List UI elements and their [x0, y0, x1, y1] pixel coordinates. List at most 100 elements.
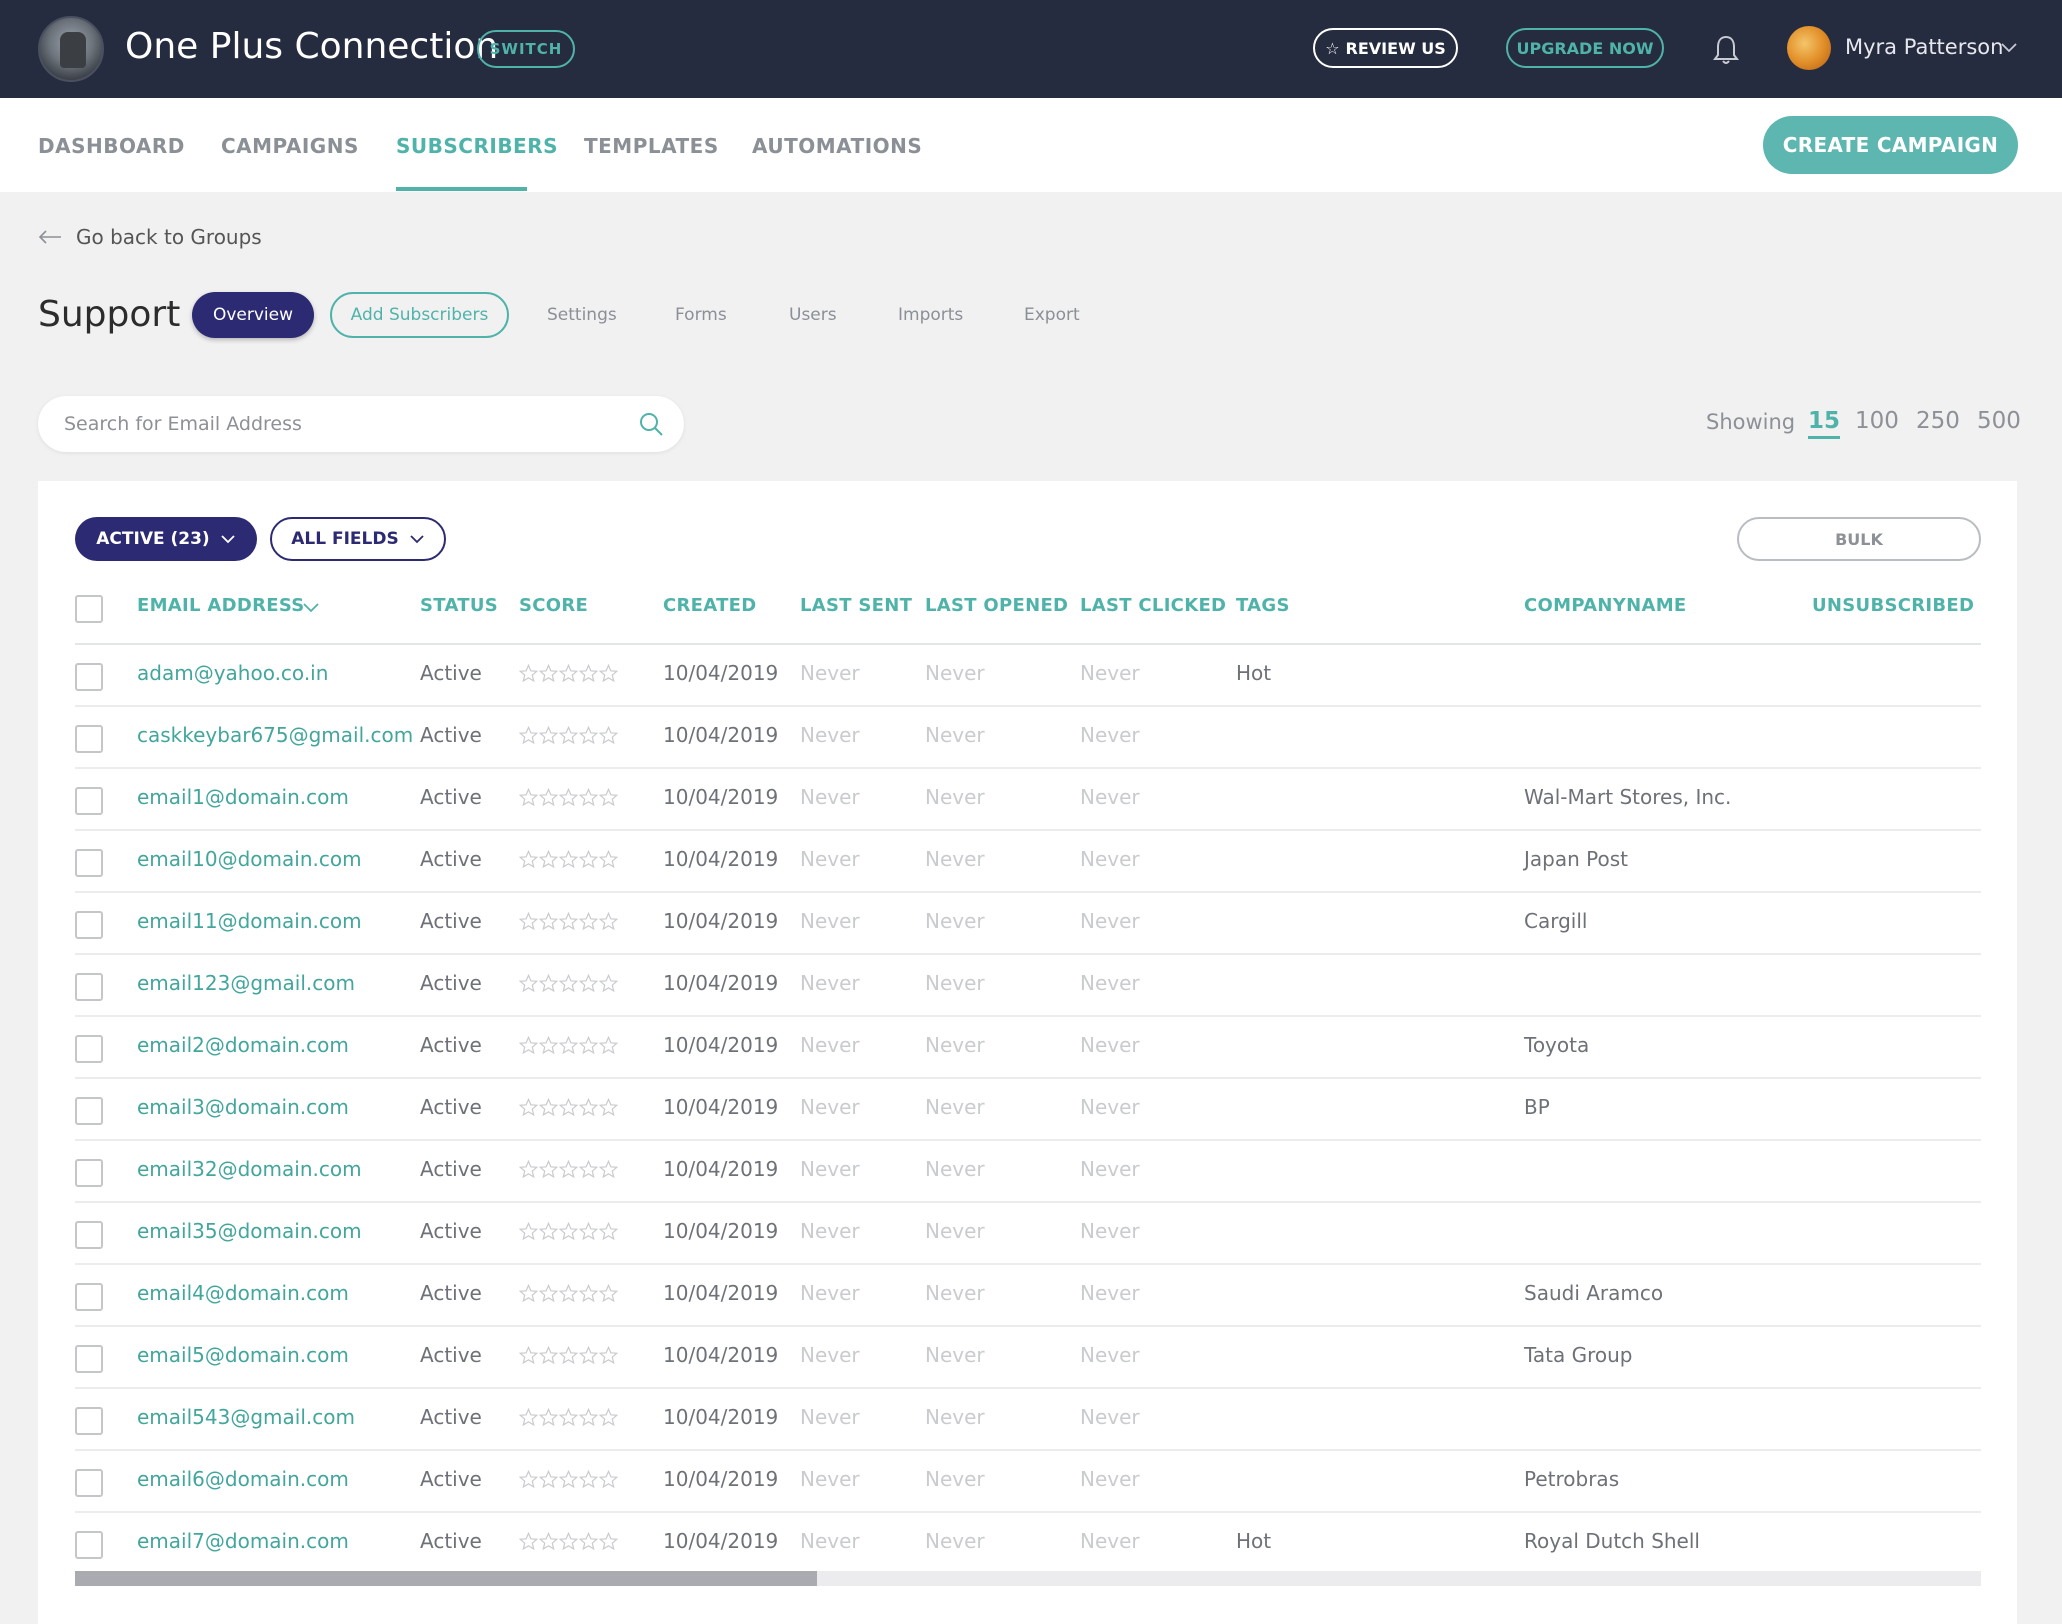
user-name[interactable]: Myra Patterson [1845, 35, 2003, 59]
row-checkbox[interactable] [75, 1345, 103, 1373]
fields-filter-dropdown[interactable]: ALL FIELDS [270, 517, 446, 561]
status-filter-dropdown[interactable]: ACTIVE (23) [75, 517, 257, 561]
page-size-100[interactable]: 100 [1855, 408, 1899, 434]
back-to-groups-link[interactable]: Go back to Groups [38, 225, 262, 249]
email-cell[interactable]: email35@domain.com [137, 1219, 362, 1243]
col-tags[interactable]: TAGS [1236, 595, 1290, 616]
row-checkbox[interactable] [75, 1407, 103, 1435]
bell-icon[interactable] [1712, 34, 1740, 66]
review-us-button[interactable]: ☆ REVIEW US [1313, 28, 1458, 68]
star-icon [518, 1097, 539, 1121]
star-icon [598, 1407, 619, 1431]
col-created[interactable]: CREATED [663, 595, 757, 616]
email-cell[interactable]: email10@domain.com [137, 847, 362, 871]
email-cell[interactable]: email5@domain.com [137, 1343, 349, 1367]
row-checkbox[interactable] [75, 911, 103, 939]
last-opened-cell: Never [925, 661, 985, 685]
add-subscribers-button[interactable]: Add Subscribers [330, 292, 509, 338]
star-icon [558, 911, 579, 935]
tab-imports[interactable]: Imports [898, 305, 963, 325]
email-cell[interactable]: email4@domain.com [137, 1281, 349, 1305]
row-checkbox[interactable] [75, 1469, 103, 1497]
user-avatar[interactable] [1787, 26, 1831, 70]
row-checkbox[interactable] [75, 973, 103, 1001]
page-size-500[interactable]: 500 [1977, 408, 2021, 434]
select-all-checkbox[interactable] [75, 595, 103, 623]
last-clicked-cell: Never [1080, 971, 1140, 995]
create-campaign-button[interactable]: CREATE CAMPAIGN [1763, 116, 2018, 174]
star-icon [598, 849, 619, 873]
col-score[interactable]: SCORE [519, 595, 588, 616]
nav-templates[interactable]: TEMPLATES [584, 134, 719, 158]
email-cell[interactable]: email3@domain.com [137, 1095, 349, 1119]
tab-settings[interactable]: Settings [547, 305, 617, 325]
row-checkbox[interactable] [75, 1035, 103, 1063]
last-sent-cell: Never [800, 723, 860, 747]
col-email-address[interactable]: EMAIL ADDRESS [137, 595, 305, 616]
last-sent-cell: Never [800, 1343, 860, 1367]
row-checkbox[interactable] [75, 1221, 103, 1249]
star-icon [598, 1159, 619, 1183]
row-checkbox[interactable] [75, 725, 103, 753]
search-icon[interactable] [638, 411, 664, 437]
nav-automations[interactable]: AUTOMATIONS [752, 134, 922, 158]
row-checkbox[interactable] [75, 1531, 103, 1559]
col-status[interactable]: STATUS [420, 595, 498, 616]
tab-forms[interactable]: Forms [675, 305, 727, 325]
last-opened-cell: Never [925, 1529, 985, 1553]
created-cell: 10/04/2019 [663, 847, 779, 871]
score-stars [518, 1159, 619, 1183]
star-icon [518, 1035, 539, 1059]
star-icon [598, 787, 619, 811]
page-size-250[interactable]: 250 [1916, 408, 1960, 434]
star-icon [538, 663, 559, 687]
row-checkbox[interactable] [75, 1283, 103, 1311]
nav-subscribers[interactable]: SUBSCRIBERS [396, 134, 558, 158]
col-last-sent[interactable]: LAST SENT [800, 595, 912, 616]
row-checkbox[interactable] [75, 663, 103, 691]
email-cell[interactable]: email32@domain.com [137, 1157, 362, 1181]
app-logo[interactable] [38, 16, 104, 82]
email-cell[interactable]: email543@gmail.com [137, 1405, 355, 1429]
email-cell[interactable]: caskkeybar675@gmail.com [137, 723, 413, 747]
email-cell[interactable]: email1@domain.com [137, 785, 349, 809]
fields-filter-label: ALL FIELDS [291, 529, 399, 549]
last-opened-cell: Never [925, 971, 985, 995]
bulk-actions-button[interactable]: BULK [1737, 517, 1981, 561]
star-icon [598, 663, 619, 687]
tab-users[interactable]: Users [789, 305, 837, 325]
switch-button[interactable]: SWITCH [477, 30, 575, 68]
nav-dashboard[interactable]: DASHBOARD [38, 134, 185, 158]
star-icon [598, 911, 619, 935]
col-last-clicked[interactable]: LAST CLICKED [1080, 595, 1226, 616]
chevron-down-icon[interactable] [2000, 38, 2018, 56]
email-cell[interactable]: email2@domain.com [137, 1033, 349, 1057]
page-size-15[interactable]: 15 [1808, 408, 1841, 439]
search-input[interactable] [64, 396, 624, 452]
star-icon [558, 787, 579, 811]
nav-campaigns[interactable]: CAMPAIGNS [221, 134, 359, 158]
scrollbar-thumb[interactable] [75, 1571, 817, 1586]
row-checkbox[interactable] [75, 1159, 103, 1187]
col-last-opened[interactable]: LAST OPENED [925, 595, 1068, 616]
email-cell[interactable]: email11@domain.com [137, 909, 362, 933]
sort-chevron-icon[interactable] [302, 600, 320, 614]
created-cell: 10/04/2019 [663, 661, 779, 685]
email-cell[interactable]: adam@yahoo.co.in [137, 661, 328, 685]
col-unsubscribed[interactable]: UNSUBSCRIBED [1812, 595, 1974, 616]
row-divider [75, 1077, 1981, 1079]
row-checkbox[interactable] [75, 787, 103, 815]
star-icon [598, 1469, 619, 1493]
upgrade-now-button[interactable]: UPGRADE NOW [1506, 28, 1664, 68]
email-cell[interactable]: email6@domain.com [137, 1467, 349, 1491]
row-checkbox[interactable] [75, 1097, 103, 1125]
last-opened-cell: Never [925, 1343, 985, 1367]
star-icon [518, 663, 539, 687]
email-cell[interactable]: email7@domain.com [137, 1529, 349, 1553]
tab-overview[interactable]: Overview [192, 292, 314, 338]
email-cell[interactable]: email123@gmail.com [137, 971, 355, 995]
col-companyname[interactable]: COMPANYNAME [1524, 595, 1687, 616]
tab-export[interactable]: Export [1024, 305, 1080, 325]
row-checkbox[interactable] [75, 849, 103, 877]
star-icon [578, 725, 599, 749]
